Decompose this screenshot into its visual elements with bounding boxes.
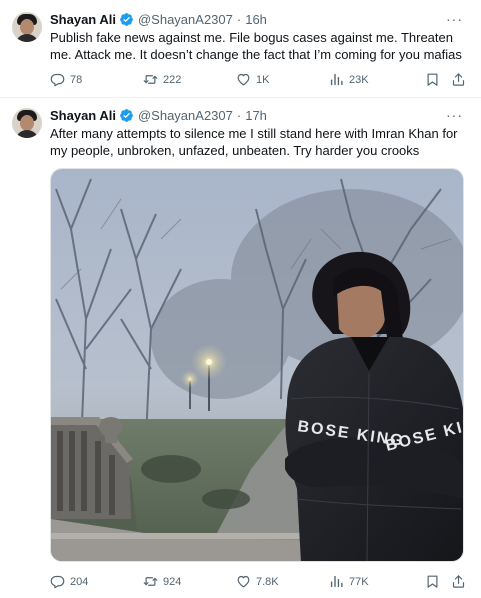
bookmark-icon (425, 72, 440, 87)
park-photo: BOSE KING BOSE KING (51, 169, 463, 561)
verified-badge-icon (119, 108, 134, 123)
reply-count: 204 (70, 575, 89, 588)
more-icon[interactable]: ··· (446, 107, 463, 123)
share-button[interactable] (451, 574, 466, 589)
reply-count: 78 (70, 73, 83, 86)
bookmark-icon (425, 574, 440, 589)
timestamp[interactable]: 16h (245, 12, 267, 27)
share-icon (451, 574, 466, 589)
author-name[interactable]: Shayan Ali (50, 108, 116, 123)
tweet-header: Shayan Ali @ShayanA2307 · 16h (50, 12, 267, 27)
view-count: 77K (349, 575, 369, 588)
tweet-text: Publish fake news against me. File bogus… (50, 30, 462, 62)
separator: · (236, 108, 242, 123)
reply-icon (50, 72, 65, 87)
view-count: 23K (349, 73, 369, 86)
tweet-photo[interactable]: BOSE KING BOSE KING (50, 168, 464, 562)
repost-count: 924 (163, 575, 182, 588)
timestamp[interactable]: 17h (245, 108, 267, 123)
author-name[interactable]: Shayan Ali (50, 12, 116, 27)
repost-icon (143, 72, 158, 87)
share-button[interactable] (451, 72, 466, 87)
bookmark-button[interactable] (425, 574, 440, 589)
like-icon (236, 72, 251, 87)
tweet[interactable]: Shayan Ali @ShayanA2307 · 17h ··· After … (0, 98, 481, 598)
share-icon (451, 72, 466, 87)
repost-button[interactable]: 924 (143, 574, 181, 589)
repost-button[interactable]: 222 (143, 72, 181, 87)
tweet-actions: 204 924 7.8K 77K (50, 574, 470, 590)
verified-badge-icon (119, 12, 134, 27)
reply-button[interactable]: 204 (50, 574, 88, 589)
author-handle[interactable]: @ShayanA2307 (138, 108, 233, 123)
repost-icon (143, 574, 158, 589)
author-handle[interactable]: @ShayanA2307 (138, 12, 233, 27)
views-icon (329, 72, 344, 87)
like-count: 7.8K (256, 575, 279, 588)
tweet-text: After many attempts to silence me I stil… (50, 126, 458, 158)
views-icon (329, 574, 344, 589)
avatar[interactable] (12, 12, 42, 42)
like-icon (236, 574, 251, 589)
tweet-header: Shayan Ali @ShayanA2307 · 17h (50, 108, 267, 123)
views-button[interactable]: 77K (329, 574, 369, 589)
repost-count: 222 (163, 73, 182, 86)
like-button[interactable]: 1K (236, 72, 269, 87)
more-icon[interactable]: ··· (446, 11, 463, 27)
like-count: 1K (256, 73, 270, 86)
avatar[interactable] (12, 108, 42, 138)
like-button[interactable]: 7.8K (236, 574, 279, 589)
tweet-actions: 78 222 1K 23K (50, 72, 470, 88)
reply-icon (50, 574, 65, 589)
bookmark-button[interactable] (425, 72, 440, 87)
tweet[interactable]: Shayan Ali @ShayanA2307 · 16h ··· Publis… (0, 0, 481, 98)
separator: · (236, 12, 242, 27)
reply-button[interactable]: 78 (50, 72, 82, 87)
views-button[interactable]: 23K (329, 72, 369, 87)
